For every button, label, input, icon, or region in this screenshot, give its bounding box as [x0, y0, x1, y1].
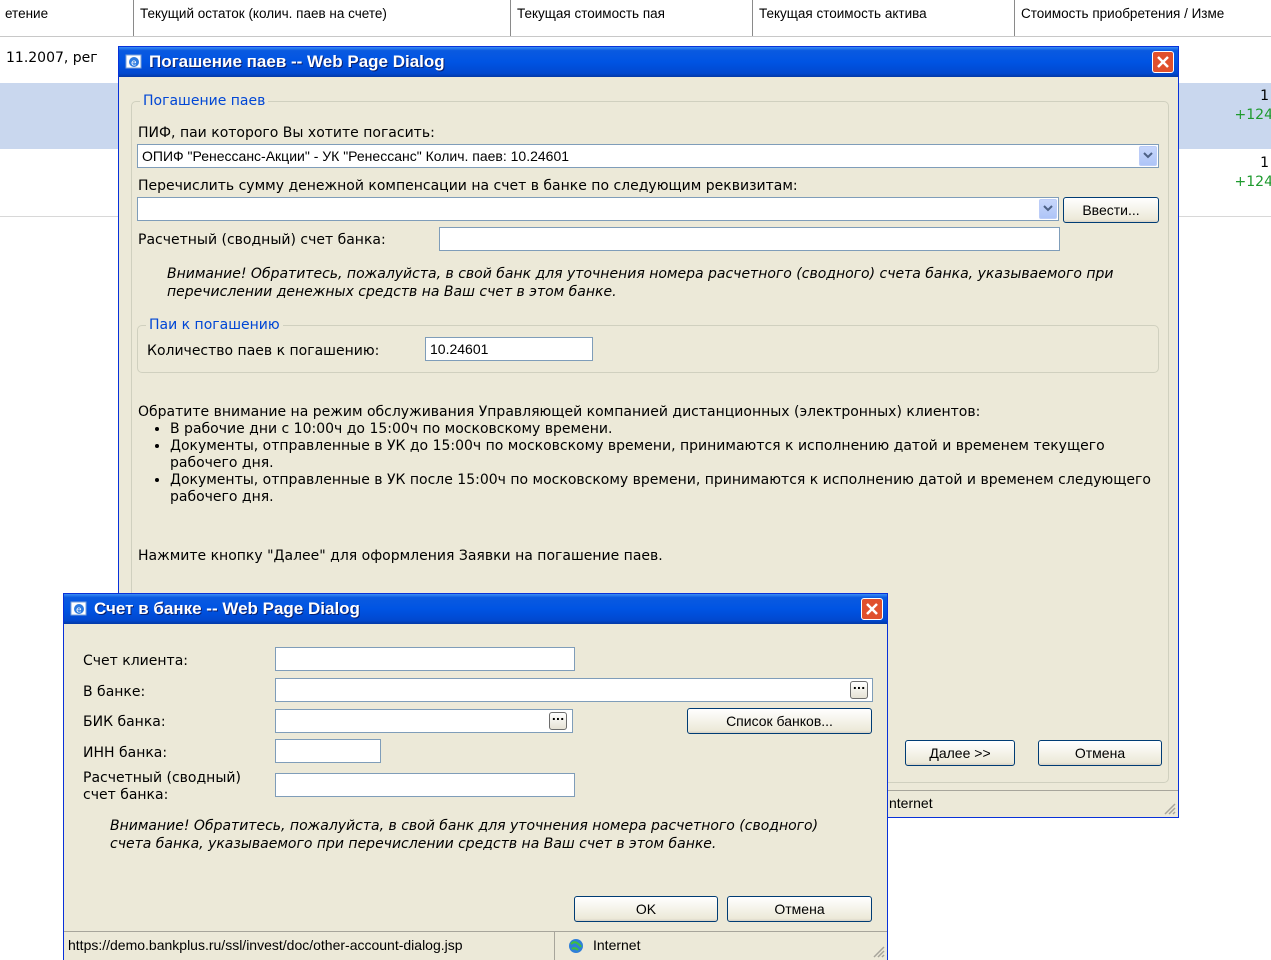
settlement-account-input[interactable] — [275, 773, 575, 797]
dialog-title: Погашение паев -- Web Page Dialog — [149, 52, 445, 71]
bank-list-button[interactable]: Список банков... — [687, 708, 872, 734]
close-button[interactable] — [1152, 51, 1174, 73]
column-header[interactable]: Текущая стоимость пая — [510, 0, 752, 36]
settlement-label-line: счет банка: — [83, 787, 169, 803]
dropdown-arrow-icon — [1143, 152, 1153, 159]
title-bar[interactable]: e Погашение паев -- Web Page Dialog — [119, 47, 1178, 77]
status-zone: nternet — [889, 795, 933, 811]
section-legend: Погашение паев — [143, 93, 266, 109]
inn-label: ИНН банка: — [83, 745, 168, 761]
row-change: +124 — [1234, 107, 1271, 123]
settlement-label: Расчетный (сводный) счет банка: — [138, 232, 386, 248]
dropdown-button[interactable] — [1039, 199, 1057, 219]
close-button[interactable] — [861, 598, 883, 620]
resize-grip-icon[interactable] — [871, 944, 885, 958]
svg-text:e: e — [131, 59, 137, 69]
ok-button[interactable]: OK — [574, 896, 718, 922]
client-account-input[interactable] — [275, 647, 575, 671]
status-zone: Internet — [593, 937, 641, 953]
title-bar[interactable]: e Счет в банке -- Web Page Dialog — [64, 594, 887, 624]
status-divider — [554, 932, 555, 960]
table-header: етение Текущий остаток (колич. паев на с… — [0, 0, 1271, 37]
settlement-account-input[interactable] — [439, 227, 1060, 251]
cancel-button[interactable]: Отмена — [727, 896, 872, 922]
section-legend: Паи к погашению — [149, 317, 280, 333]
next-button[interactable]: Далее >> — [905, 740, 1015, 766]
row-date-text: 11.2007, рег — [6, 50, 98, 66]
column-header[interactable]: Текущая стоимость актива — [752, 0, 1014, 36]
list-item: Документы, отправленные в УК до 15:00ч п… — [170, 438, 1158, 472]
bik-label: БИК банка: — [83, 714, 166, 730]
ellipsis-icon[interactable]: ... — [549, 711, 567, 730]
service-info-heading: Обратите внимание на режим обслуживания … — [138, 404, 981, 420]
list-item: Документы, отправленные в УК после 15:00… — [170, 472, 1158, 506]
bank-account-select[interactable] — [137, 197, 1059, 221]
bank-name-input[interactable] — [275, 678, 873, 702]
row-value: 1 — [1260, 88, 1269, 104]
row-value: 1 — [1260, 155, 1269, 171]
resize-grip-icon[interactable] — [1162, 801, 1176, 815]
status-bar: https://demo.bankplus.ru/ssl/invest/doc/… — [64, 931, 887, 960]
next-hint: Нажмите кнопку "Далее" для оформления За… — [138, 548, 663, 564]
inn-input[interactable] — [275, 739, 381, 763]
fund-select[interactable]: ОПИФ "Ренессанс-Акции" - УК "Ренессанс" … — [137, 144, 1159, 168]
enter-button[interactable]: Ввести... — [1063, 197, 1159, 223]
close-icon — [1157, 56, 1169, 68]
column-header[interactable]: Стоимость приобретения / Изме — [1014, 0, 1271, 36]
row-change: +124 — [1234, 174, 1271, 190]
bank-warning: Внимание! Обратитесь, пожалуйста, в свой… — [110, 818, 819, 852]
status-url: https://demo.bankplus.ru/ssl/invest/doc/… — [68, 937, 463, 953]
bank-warning: Внимание! Обратитесь, пожалуйста, в свой… — [167, 266, 1114, 300]
bank-label: В банке: — [83, 684, 146, 700]
fund-label: ПИФ, паи которого Вы хотите погасить: — [138, 125, 435, 141]
ellipsis-icon[interactable]: ... — [850, 680, 868, 699]
globe-icon — [569, 939, 583, 953]
list-item: В рабочие дни с 10:00ч до 15:00ч по моск… — [170, 421, 1158, 438]
close-icon — [866, 603, 878, 615]
cancel-button[interactable]: Отмена — [1038, 740, 1162, 766]
dropdown-button[interactable] — [1139, 146, 1157, 166]
service-info: Обратите внимание на режим обслуживания … — [138, 404, 1158, 506]
svg-text:e: e — [76, 606, 82, 616]
quantity-input[interactable]: 10.24601 — [425, 337, 593, 361]
bik-input[interactable] — [275, 709, 573, 733]
ie-icon: e — [70, 601, 87, 616]
ie-icon: e — [125, 54, 142, 69]
column-header[interactable]: Текущий остаток (колич. паев на счете) — [133, 0, 510, 36]
quantity-label: Количество паев к погашению: — [147, 343, 380, 359]
client-account-label: Счет клиента: — [83, 653, 188, 669]
settlement-label-line: Расчетный (сводный) — [83, 770, 241, 786]
transfer-label: Перечислить сумму денежной компенсации н… — [138, 178, 798, 194]
settlement-label: Расчетный (сводный) счет банка: — [83, 770, 241, 804]
service-info-list: В рабочие дни с 10:00ч до 15:00ч по моск… — [138, 421, 1158, 506]
column-header[interactable]: етение — [0, 0, 133, 36]
dropdown-arrow-icon — [1043, 205, 1053, 212]
fund-select-value: ОПИФ "Ренессанс-Акции" - УК "Ренессанс" … — [142, 148, 570, 164]
dialog-title: Счет в банке -- Web Page Dialog — [94, 599, 360, 618]
bank-account-dialog: e Счет в банке -- Web Page Dialog Счет к… — [63, 593, 888, 960]
